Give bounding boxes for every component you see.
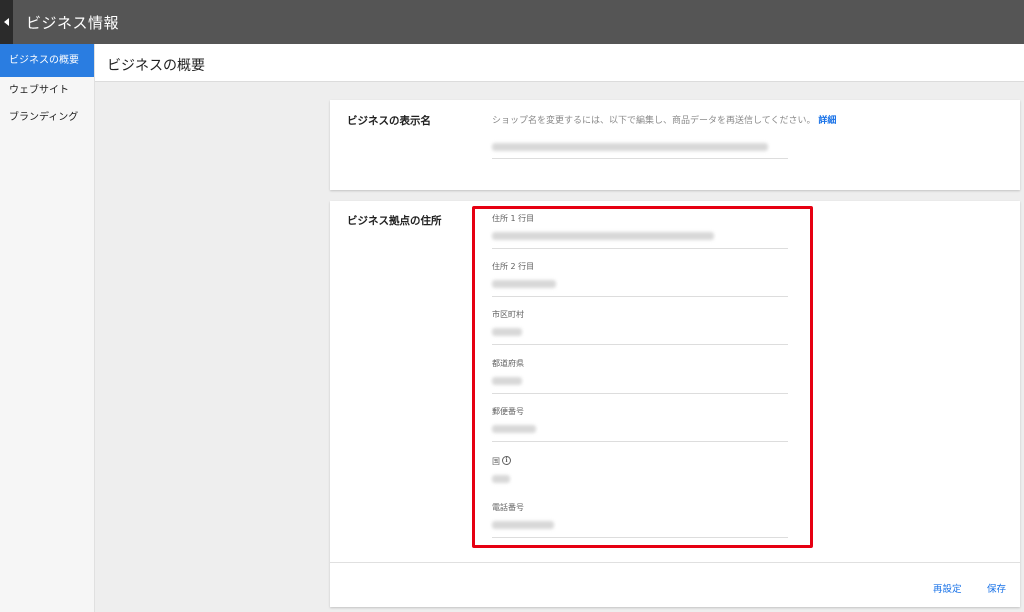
page-header: ビジネスの概要 (95, 44, 1024, 82)
field-label: 郵便番号 (492, 407, 524, 416)
sidebar-item-business-overview[interactable]: ビジネスの概要 (0, 44, 94, 77)
back-button[interactable] (0, 0, 13, 44)
info-icon[interactable]: i (502, 456, 511, 465)
display-name-help: ショップ名を変更するには、以下で編集し、商品データを再送信してください。 詳細 (492, 113, 836, 126)
field-label: 電話番号 (492, 503, 524, 512)
address-line1-field[interactable]: 住所 1 行目 (492, 213, 788, 249)
details-link[interactable]: 詳細 (818, 116, 836, 126)
address-line2-field[interactable]: 住所 2 行目 (492, 261, 788, 297)
address-card: ビジネス拠点の住所 住所 1 行目 住所 2 行目 市区町村 都道府県 郵便番号… (330, 201, 1020, 607)
top-app-bar: ビジネス情報 (0, 0, 1024, 44)
country-field[interactable]: 国i (492, 456, 788, 492)
display-name-label: ビジネスの表示名 (347, 115, 431, 127)
redacted-value (492, 328, 522, 336)
app-title: ビジネス情報 (26, 14, 120, 32)
city-field[interactable]: 市区町村 (492, 309, 788, 345)
redacted-value (492, 232, 714, 240)
field-label: 国i (492, 456, 511, 467)
prefecture-field[interactable]: 都道府県 (492, 358, 788, 394)
display-name-input[interactable] (492, 137, 788, 159)
phone-field[interactable]: 電話番号 (492, 502, 788, 538)
reset-button[interactable]: 再設定 (933, 581, 962, 595)
field-label: 住所 1 行目 (492, 214, 535, 223)
sidebar-item-website[interactable]: ウェブサイト (0, 77, 94, 104)
redacted-value (492, 143, 768, 151)
field-label: 住所 2 行目 (492, 262, 535, 271)
sidebar: ビジネスの概要 ウェブサイト ブランディング (0, 44, 95, 612)
chevron-left-icon (4, 18, 9, 26)
redacted-value (492, 521, 554, 529)
redacted-value (492, 377, 522, 385)
field-label: 都道府県 (492, 359, 524, 368)
postal-code-field[interactable]: 郵便番号 (492, 406, 788, 442)
field-label: 市区町村 (492, 310, 524, 319)
help-text: ショップ名を変更するには、以下で編集し、商品データを再送信してください。 (492, 116, 816, 126)
sidebar-item-branding[interactable]: ブランディング (0, 104, 94, 131)
display-name-card: ビジネスの表示名 ショップ名を変更するには、以下で編集し、商品データを再送信して… (330, 100, 1020, 190)
card-footer: 再設定 保存 (330, 562, 1020, 607)
address-label: ビジネス拠点の住所 (347, 215, 442, 227)
redacted-value (492, 425, 536, 433)
redacted-value (492, 280, 556, 288)
page-title: ビジネスの概要 (107, 58, 205, 74)
redacted-value (492, 475, 510, 483)
save-button[interactable]: 保存 (987, 581, 1006, 595)
country-label-text: 国 (492, 457, 500, 466)
